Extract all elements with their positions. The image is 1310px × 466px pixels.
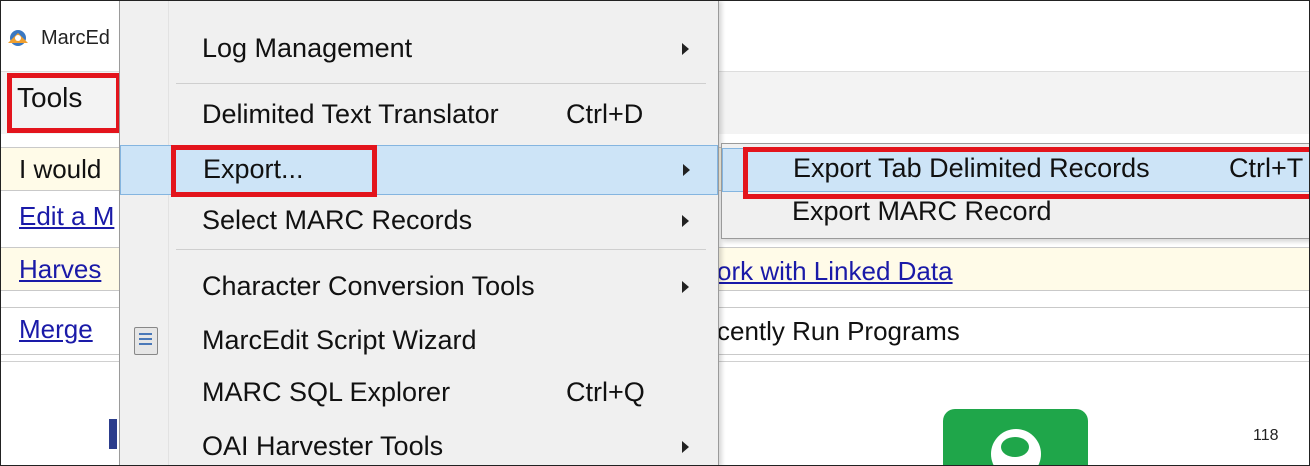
edit-marc-link[interactable]: Edit a M: [19, 201, 114, 232]
menu-item-label: OAI Harvester Tools: [202, 431, 444, 461]
submenu-arrow-icon: [683, 164, 690, 176]
blue-tile-edge: [109, 419, 117, 449]
merge-link[interactable]: Merge: [19, 314, 93, 345]
recently-run-programs-label: cently Run Programs: [717, 316, 960, 346]
menu-item-delimited-text-translator[interactable]: Delimited Text Translator Ctrl+D: [120, 91, 718, 141]
submenu-item-label: Export Tab Delimited Records: [793, 153, 1150, 183]
submenu-arrow-icon: [682, 281, 689, 293]
submenu-arrow-icon: [682, 441, 689, 453]
menu-separator: [176, 249, 706, 250]
menu-item-marcedit-script-wizard[interactable]: MarcEdit Script Wizard: [120, 317, 718, 367]
menu-item-label: Character Conversion Tools: [202, 271, 535, 301]
globe-icon: [991, 429, 1041, 465]
submenu-item-export-marc-record[interactable]: Export MARC Record: [722, 192, 1309, 236]
submenu-item-export-tab-delimited[interactable]: Export Tab Delimited Records Ctrl+T: [722, 148, 1309, 192]
slide-frame: MarcEd Tools I would Edit a M Harves ork…: [0, 0, 1310, 466]
menu-item-label: Delimited Text Translator: [202, 99, 499, 129]
menu-item-character-conversion-tools[interactable]: Character Conversion Tools: [120, 263, 718, 313]
linked-data-link[interactable]: ork with Linked Data: [717, 256, 953, 287]
menu-item-marc-sql-explorer[interactable]: MARC SQL Explorer Ctrl+Q: [120, 369, 718, 419]
marcedit-app-icon: [8, 30, 28, 46]
menu-item-label: Select MARC Records: [202, 205, 473, 235]
menu-item-label: Export...: [203, 154, 304, 184]
app-title: MarcEd: [41, 27, 110, 49]
harvest-link[interactable]: Harves: [19, 254, 101, 285]
submenu-arrow-icon: [682, 215, 689, 227]
menu-item-shortcut: Ctrl+Q: [566, 377, 645, 407]
submenu-item-label: Export MARC Record: [792, 196, 1052, 226]
menu-item-log-management[interactable]: Log Management: [120, 25, 718, 75]
menu-item-label: MarcEdit Script Wizard: [202, 325, 477, 355]
menu-item-label: Log Management: [202, 33, 413, 63]
menu-item-shortcut: Ctrl+D: [566, 99, 644, 129]
tools-menu-button[interactable]: Tools: [11, 76, 88, 120]
script-wizard-icon: [134, 327, 158, 355]
slide-page-number: 118: [1253, 427, 1279, 444]
globe-tile-icon[interactable]: [943, 409, 1088, 465]
menu-item-select-marc-records[interactable]: Select MARC Records: [120, 197, 718, 247]
menu-item-oai-harvester-tools[interactable]: OAI Harvester Tools: [120, 423, 718, 465]
submenu-arrow-icon: [682, 43, 689, 55]
menu-item-label: MARC SQL Explorer: [202, 377, 451, 407]
export-submenu: Export Tab Delimited Records Ctrl+T Expo…: [721, 143, 1309, 239]
row-text: I would: [19, 154, 102, 184]
submenu-item-shortcut: Ctrl+T: [1229, 153, 1304, 183]
menu-item-export[interactable]: Export...: [120, 145, 718, 195]
tools-dropdown-menu: Log Management Delimited Text Translator…: [119, 1, 719, 465]
menu-separator: [176, 83, 706, 84]
